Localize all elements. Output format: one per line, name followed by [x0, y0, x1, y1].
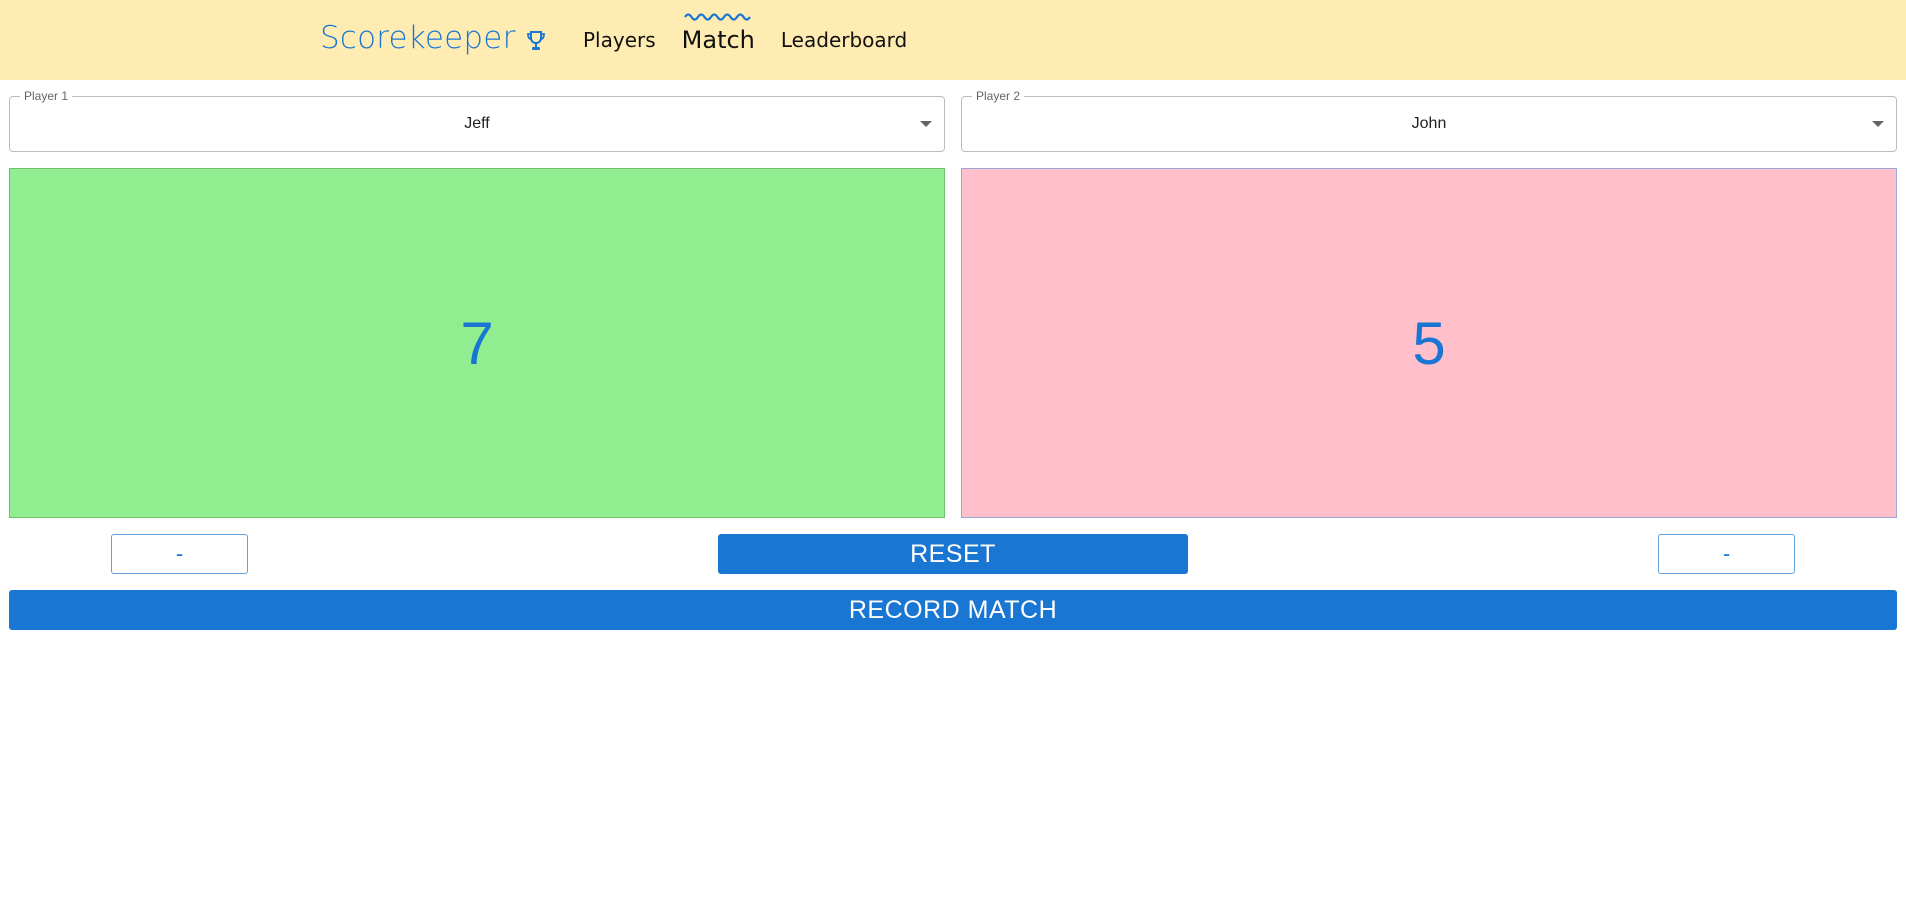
player1-select[interactable]: Player 1 Jeff [9, 89, 945, 152]
reset-button[interactable]: RESET [718, 534, 1188, 574]
nav-leaderboard[interactable]: Leaderboard [768, 0, 920, 80]
nav-players-label: Players [583, 28, 656, 52]
app-header: Scorekeeper Players Match Leaderboard [0, 0, 1906, 80]
record-match-button-label: RECORD MATCH [848, 595, 1058, 624]
player1-score-panel[interactable]: 7 [9, 168, 945, 518]
nav-leaderboard-label: Leaderboard [780, 28, 908, 52]
player1-decrement-label: - [175, 541, 184, 566]
player2-decrement-button[interactable]: - [1658, 534, 1795, 574]
nav-match-label: Match [681, 26, 755, 54]
player1-decrement-button[interactable]: - [111, 534, 248, 574]
player2-score: 5 [1412, 309, 1446, 377]
player2-score-panel[interactable]: 5 [961, 168, 1897, 518]
chevron-down-icon [1872, 121, 1884, 127]
nav-match[interactable]: Match [669, 0, 768, 80]
app-title: Scorekeeper [320, 20, 516, 56]
nav-players[interactable]: Players [570, 0, 669, 80]
player1-score: 7 [460, 309, 494, 377]
record-match-button[interactable]: RECORD MATCH [9, 590, 1897, 630]
player1-selected-value: Jeff [464, 115, 490, 132]
player2-decrement-label: - [1722, 541, 1731, 566]
active-tab-indicator [684, 13, 752, 21]
reset-button-label: RESET [910, 539, 996, 568]
player2-selected-value: John [1411, 115, 1447, 132]
brand[interactable]: Scorekeeper [320, 20, 546, 56]
chevron-down-icon [920, 121, 932, 127]
player2-select[interactable]: Player 2 John [961, 89, 1897, 152]
main-nav: Players Match Leaderboard [570, 0, 920, 80]
trophy-icon [526, 31, 545, 50]
